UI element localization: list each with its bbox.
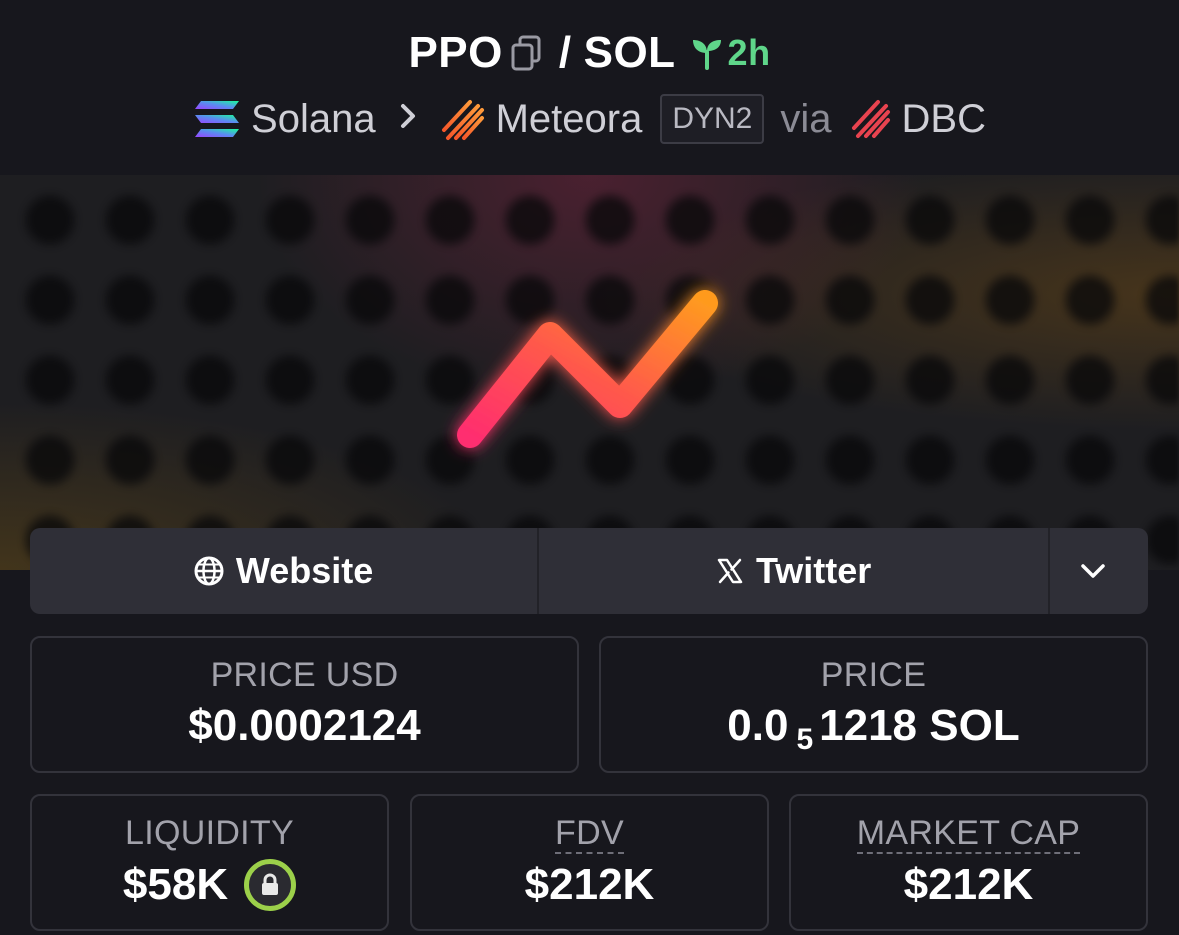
via-label: via — [780, 96, 832, 141]
quote-symbol: SOL — [583, 28, 676, 77]
pair-header: PPO / SOL 2h Solana Meteora DYN2 via DBC — [0, 0, 1179, 175]
breadcrumb: Solana Meteora DYN2 via DBC — [0, 90, 1179, 148]
pool-type-badge: DYN2 — [660, 94, 765, 144]
website-label: Website — [235, 550, 374, 591]
fdv-card: FDV $212K — [410, 794, 769, 931]
breadcrumb-chain[interactable]: Solana — [251, 97, 376, 142]
price-usd-card: PRICE USD $0.0002124 — [30, 636, 579, 773]
price-native-card: PRICE 0.0 5 1218 SOL — [599, 636, 1148, 773]
pair-separator: / — [558, 28, 572, 77]
social-links-bar: Website Twitter — [30, 528, 1148, 614]
chevron-right-icon — [398, 100, 418, 139]
x-icon — [717, 558, 743, 584]
price-native-suffix: 1218 SOL — [819, 701, 1020, 750]
pair-age: 2h — [727, 32, 771, 73]
dbc-icon — [850, 98, 892, 140]
market-cap-card: MARKET CAP $212K — [789, 794, 1148, 931]
price-usd-value: $0.0002124 — [188, 701, 421, 750]
price-usd-label: PRICE USD — [210, 656, 399, 694]
seedling-icon — [692, 40, 721, 70]
market-cap-value: $212K — [903, 860, 1034, 909]
breadcrumb-launchpad[interactable]: DBC — [902, 97, 986, 142]
fdv-value: $212K — [524, 860, 655, 909]
price-native-label: PRICE — [820, 656, 927, 694]
twitter-label: Twitter — [755, 550, 872, 591]
more-links-button[interactable] — [1050, 528, 1148, 614]
copy-icon[interactable] — [511, 35, 541, 71]
meteora-icon — [440, 96, 486, 142]
liquidity-value: $58K — [122, 860, 229, 909]
market-cap-label[interactable]: MARKET CAP — [856, 814, 1081, 854]
price-zero-count: 5 — [796, 723, 814, 756]
liquidity-card: LIQUIDITY $58K — [30, 794, 389, 931]
price-native-value: 0.0 5 1218 SOL — [727, 701, 1020, 756]
pair-age-badge: 2h — [690, 32, 771, 74]
liquidity-value-row: $58K — [122, 859, 297, 911]
lock-icon[interactable] — [244, 859, 297, 911]
liquidity-label: LIQUIDITY — [125, 814, 294, 852]
pair-title: PPO / SOL 2h — [0, 24, 1179, 82]
token-banner — [0, 175, 1179, 570]
trend-logo-icon — [457, 290, 718, 448]
chevron-down-icon — [1081, 564, 1105, 578]
twitter-button[interactable]: Twitter — [539, 528, 1051, 614]
price-native-prefix: 0.0 — [727, 701, 789, 750]
globe-icon — [194, 556, 224, 586]
token-symbol: PPO — [408, 28, 503, 77]
solana-icon — [193, 99, 241, 139]
website-button[interactable]: Website — [30, 528, 540, 614]
breadcrumb-dex[interactable]: Meteora — [496, 97, 643, 142]
fdv-label[interactable]: FDV — [555, 814, 624, 854]
